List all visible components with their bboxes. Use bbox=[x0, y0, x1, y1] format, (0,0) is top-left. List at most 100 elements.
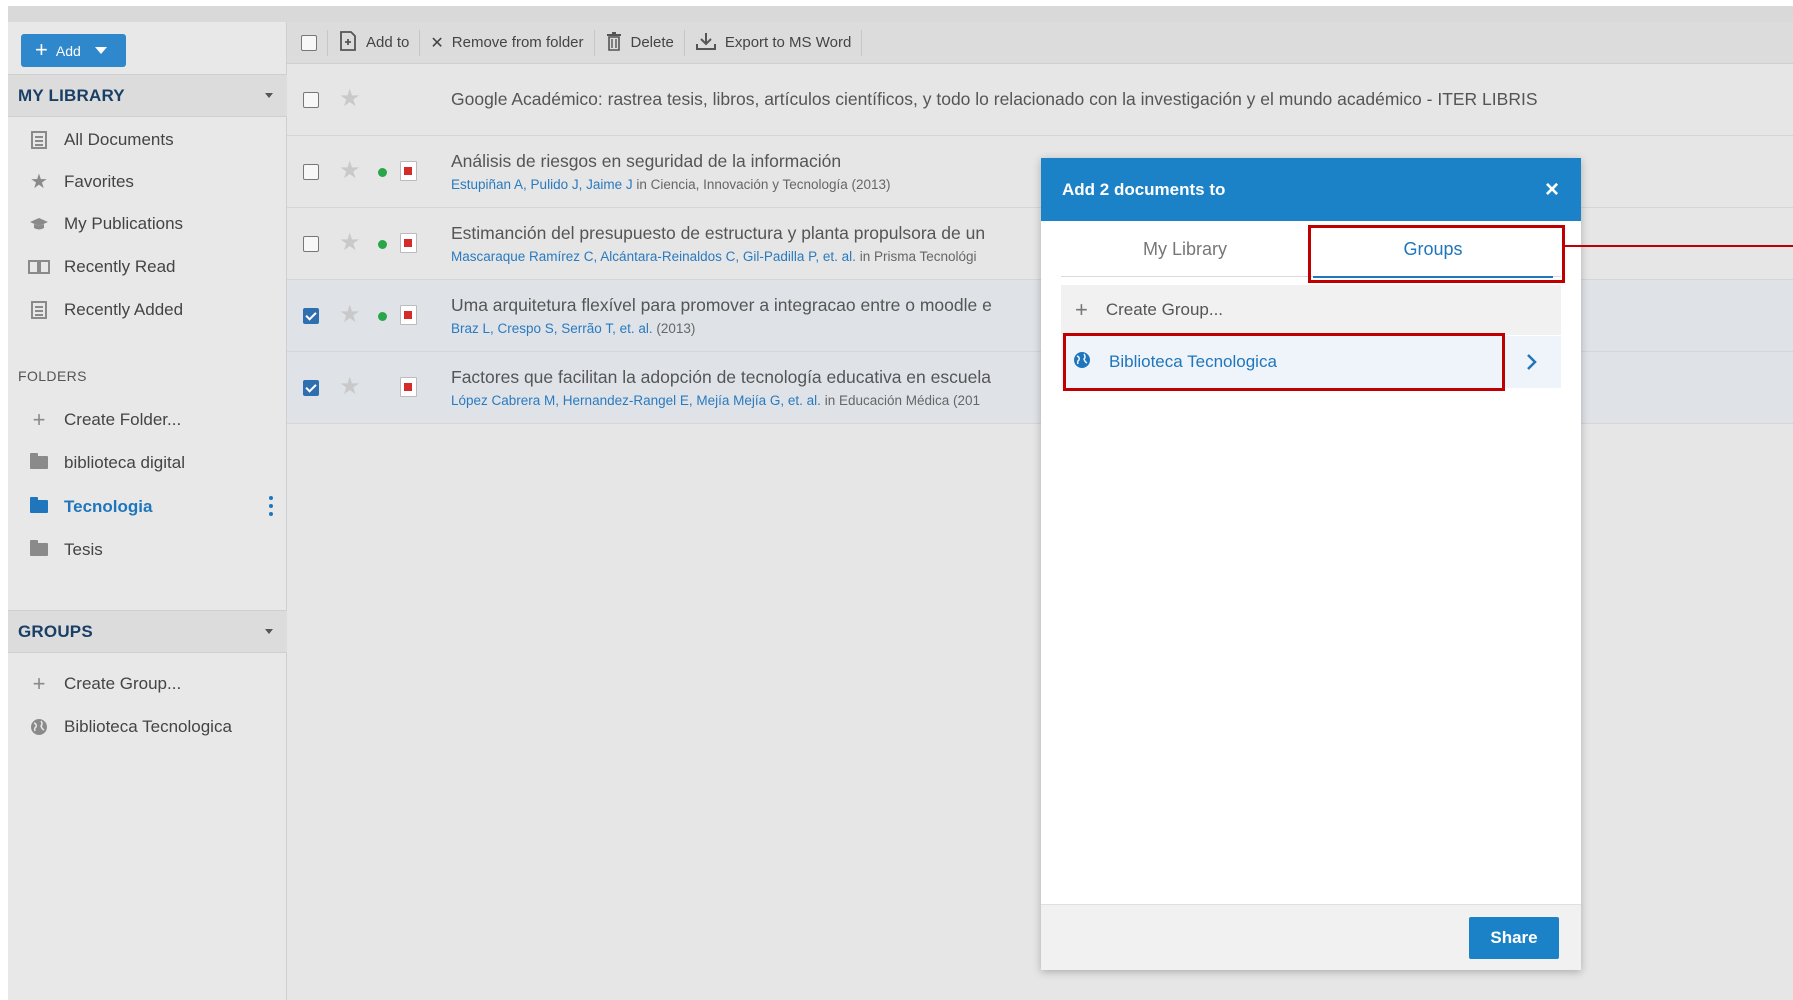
groups-title: GROUPS bbox=[18, 621, 93, 641]
star-icon[interactable]: ★ bbox=[339, 228, 361, 257]
delete-button[interactable]: Delete bbox=[595, 29, 685, 56]
sidebar-item-recently-added[interactable]: Recently Added bbox=[8, 288, 287, 331]
sidebar-item-all-documents[interactable]: All Documents bbox=[8, 118, 287, 161]
sidebar-item-label: Recently Read bbox=[64, 256, 176, 276]
document-source: in Prisma Tecnológi bbox=[855, 249, 977, 264]
sidebar-item-folder-tecnologia[interactable]: Tecnologia bbox=[8, 485, 287, 528]
document-meta: Braz L, Crespo S, Serrão T, et. al. (201… bbox=[451, 321, 695, 336]
add-documents-dialog: Add 2 documents to × My Library Groups +… bbox=[1041, 158, 1581, 970]
sidebar: + Add MY LIBRARY All Documents ★ Favorit… bbox=[8, 22, 287, 1000]
add-to-button[interactable]: Add to bbox=[328, 29, 421, 56]
folders-label: FOLDERS bbox=[18, 368, 87, 384]
sidebar-item-label: Create Folder... bbox=[64, 409, 182, 429]
unread-dot-icon bbox=[378, 168, 387, 177]
document-title[interactable]: Estimanción del presupuesto de estructur… bbox=[451, 223, 985, 244]
star-icon[interactable]: ★ bbox=[339, 372, 361, 401]
more-options-icon[interactable] bbox=[269, 496, 273, 516]
unread-dot-icon bbox=[378, 312, 387, 321]
close-icon: ✕ bbox=[430, 34, 444, 52]
dialog-tabs: My Library Groups bbox=[1061, 221, 1561, 278]
remove-from-folder-button[interactable]: ✕ Remove from folder bbox=[420, 29, 595, 56]
document-meta: Estupiñan A, Pulido J, Jaime J in Cienci… bbox=[451, 177, 891, 192]
document-meta: Mascaraque Ramírez C, Alcántara-Reinaldo… bbox=[451, 249, 977, 264]
sidebar-item-create-group[interactable]: + Create Group... bbox=[8, 662, 287, 705]
caret-down-icon bbox=[94, 47, 107, 54]
sidebar-item-my-publications[interactable]: My Publications bbox=[8, 202, 287, 245]
plus-icon: + bbox=[35, 36, 48, 62]
document-meta: López Cabrera M, Hernandez-Rangel E, Mej… bbox=[451, 393, 980, 408]
sidebar-item-label: Biblioteca Tecnologica bbox=[64, 716, 232, 736]
document-authors[interactable]: Braz L, Crespo S, Serrão T, et. al. bbox=[451, 321, 653, 336]
globe-icon bbox=[28, 717, 50, 737]
add-to-label: Add to bbox=[366, 34, 410, 51]
table-row[interactable]: ★ Google Académico: rastrea tesis, libro… bbox=[287, 64, 1793, 136]
row-checkbox[interactable] bbox=[303, 308, 319, 324]
row-checkbox[interactable] bbox=[303, 236, 319, 252]
trash-icon bbox=[605, 31, 623, 55]
star-icon[interactable]: ★ bbox=[339, 84, 361, 113]
top-strip bbox=[8, 6, 1793, 22]
pdf-icon[interactable] bbox=[400, 233, 417, 253]
export-label: Export to MS Word bbox=[724, 34, 852, 51]
add-label: Add bbox=[55, 42, 81, 59]
document-title[interactable]: Google Académico: rastrea tesis, libros,… bbox=[451, 89, 1538, 110]
export-word-button[interactable]: Export to MS Word bbox=[685, 29, 863, 56]
groups-header[interactable]: GROUPS bbox=[8, 610, 287, 653]
folder-icon bbox=[28, 540, 50, 560]
pdf-icon[interactable] bbox=[400, 161, 417, 181]
document-authors[interactable]: López Cabrera M, Hernandez-Rangel E, Mej… bbox=[451, 393, 821, 408]
delete-label: Delete bbox=[630, 34, 674, 51]
add-button[interactable]: + Add bbox=[21, 34, 126, 67]
document-authors[interactable]: Estupiñan A, Pulido J, Jaime J bbox=[451, 177, 633, 192]
row-checkbox[interactable] bbox=[303, 380, 319, 396]
create-group-item[interactable]: + Create Group... bbox=[1061, 285, 1561, 335]
documents-icon bbox=[28, 130, 50, 150]
pdf-icon[interactable] bbox=[400, 305, 417, 325]
document-title[interactable]: Uma arquitetura flexível para promover a… bbox=[451, 295, 992, 316]
pdf-icon[interactable] bbox=[400, 377, 417, 397]
share-button[interactable]: Share bbox=[1469, 917, 1559, 959]
dialog-footer: Share bbox=[1041, 904, 1581, 970]
tab-my-library[interactable]: My Library bbox=[1061, 221, 1309, 277]
graduation-cap-icon bbox=[28, 214, 50, 234]
close-icon[interactable]: × bbox=[1545, 176, 1559, 204]
star-icon[interactable]: ★ bbox=[339, 300, 361, 329]
toolbar: Add to ✕ Remove from folder Delete Expor… bbox=[287, 22, 1793, 64]
caret-down-icon bbox=[265, 93, 273, 98]
plus-icon: + bbox=[32, 670, 46, 696]
document-title[interactable]: Factores que facilitan la adopción de te… bbox=[451, 367, 991, 388]
row-checkbox[interactable] bbox=[303, 164, 319, 180]
sidebar-item-label: biblioteca digital bbox=[64, 452, 185, 472]
document-source: in Educación Médica (201 bbox=[820, 393, 981, 408]
folder-open-icon bbox=[28, 497, 50, 517]
tab-groups[interactable]: Groups bbox=[1309, 221, 1557, 278]
sidebar-item-group-biblioteca-tecnologica[interactable]: Biblioteca Tecnologica bbox=[8, 705, 287, 748]
sidebar-item-label: Tesis bbox=[64, 539, 103, 559]
add-to-folder-icon bbox=[338, 30, 358, 56]
group-name: Biblioteca Tecnologica bbox=[1109, 352, 1277, 371]
my-library-header[interactable]: MY LIBRARY bbox=[8, 74, 287, 117]
sidebar-item-create-folder[interactable]: + Create Folder... bbox=[8, 398, 287, 441]
star-icon[interactable]: ★ bbox=[339, 156, 361, 185]
document-source: (2013) bbox=[652, 321, 696, 336]
sidebar-item-favorites[interactable]: ★ Favorites bbox=[8, 160, 287, 203]
row-checkbox[interactable] bbox=[303, 92, 319, 108]
download-icon bbox=[695, 31, 717, 55]
callout-line bbox=[1565, 245, 1793, 247]
group-item-biblioteca-tecnologica[interactable]: Biblioteca Tecnologica bbox=[1061, 336, 1561, 388]
sidebar-item-folder-tesis[interactable]: Tesis bbox=[8, 528, 287, 571]
remove-label: Remove from folder bbox=[451, 34, 584, 51]
book-icon bbox=[28, 257, 50, 277]
sidebar-item-folder-biblioteca-digital[interactable]: biblioteca digital bbox=[8, 441, 287, 484]
document-authors[interactable]: Mascaraque Ramírez C, Alcántara-Reinaldo… bbox=[451, 249, 856, 264]
app-window: + Add MY LIBRARY All Documents ★ Favorit… bbox=[8, 6, 1793, 1000]
select-all-checkbox[interactable] bbox=[301, 29, 328, 56]
unread-dot-icon bbox=[378, 240, 387, 249]
dialog-title: Add 2 documents to bbox=[1062, 179, 1226, 199]
caret-down-icon bbox=[265, 629, 273, 634]
document-source: in Ciencia, Innovación y Tecnología (201… bbox=[632, 177, 891, 192]
document-title[interactable]: Análisis de riesgos en seguridad de la i… bbox=[451, 151, 841, 172]
sidebar-item-recently-read[interactable]: Recently Read bbox=[8, 245, 287, 288]
sidebar-item-label: Favorites bbox=[64, 171, 134, 191]
star-icon: ★ bbox=[30, 171, 48, 193]
